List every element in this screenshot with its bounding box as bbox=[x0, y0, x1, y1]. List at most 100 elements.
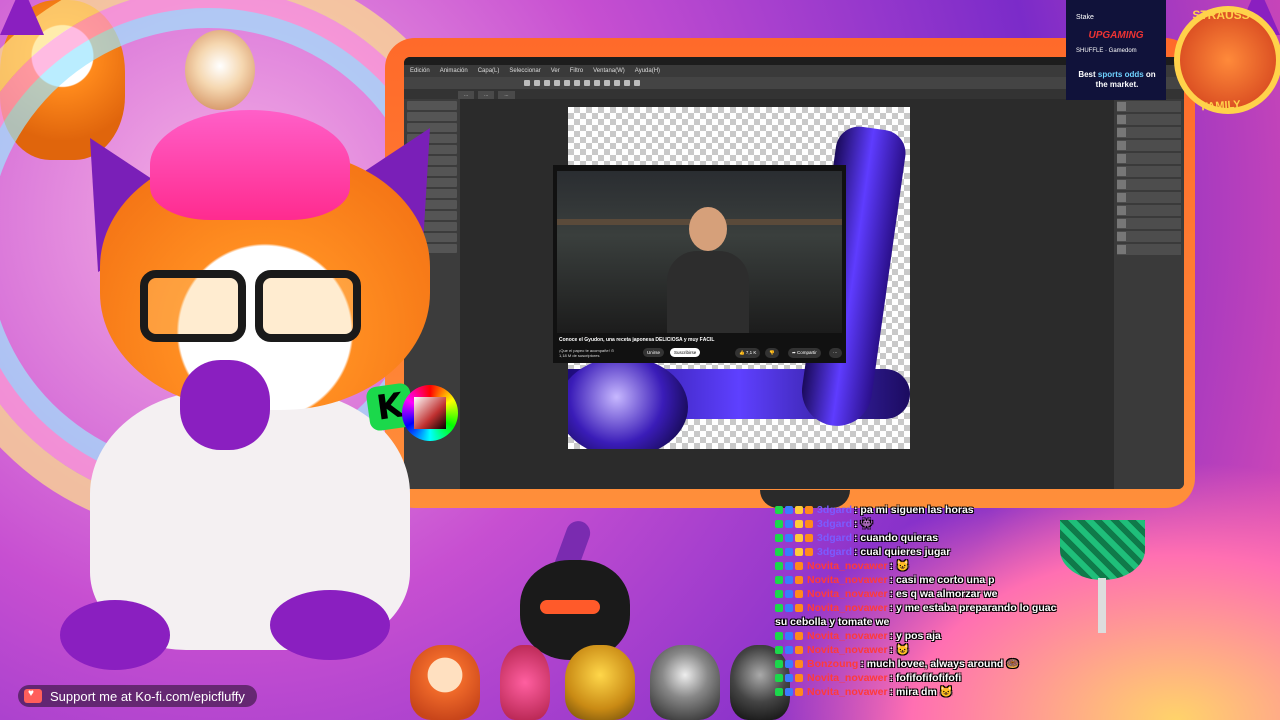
layer-row[interactable] bbox=[1117, 166, 1181, 177]
chat-username[interactable]: Novita_novawer bbox=[807, 587, 888, 601]
chat-message: 3dgard: 👾 bbox=[775, 517, 1155, 531]
menu-item[interactable]: Ventana(W) bbox=[593, 68, 625, 74]
chat-text: : casi me corto una p bbox=[889, 574, 995, 586]
badge-icon bbox=[795, 688, 803, 696]
stream-chat: 3dgard: pa mi siguen las horas 3dgard: 👾 3… bbox=[775, 503, 1155, 699]
like-button[interactable]: 👍 7,1 K bbox=[735, 348, 761, 358]
chat-username[interactable]: Novita_novawer bbox=[807, 629, 888, 643]
chat-badges bbox=[775, 646, 803, 654]
video-title: Conoce el Gyudon, una receta japonesa DE… bbox=[559, 337, 715, 343]
chat-username[interactable]: Novita_novawer bbox=[807, 601, 888, 615]
subscribe-button[interactable]: Suscribirse bbox=[670, 348, 701, 357]
badge-icon bbox=[785, 632, 793, 640]
layer-row[interactable] bbox=[1117, 205, 1181, 216]
badge-icon bbox=[795, 548, 803, 556]
badge-icon bbox=[775, 548, 783, 556]
team-badge-top: STRAUSS bbox=[1192, 8, 1250, 22]
chat-text: : mira dm 😺 bbox=[889, 686, 953, 698]
chat-text: : cual quieres jugar bbox=[854, 546, 951, 558]
badge-icon bbox=[775, 534, 783, 542]
grid-icon[interactable] bbox=[614, 80, 620, 86]
layer-row[interactable] bbox=[1117, 179, 1181, 190]
snap-icon[interactable] bbox=[634, 80, 640, 86]
redo-icon[interactable] bbox=[534, 80, 540, 86]
menu-item[interactable]: Ver bbox=[551, 68, 560, 74]
save-icon[interactable] bbox=[554, 80, 560, 86]
chat-username[interactable]: Novita_novawer bbox=[807, 573, 888, 587]
chat-username[interactable]: Novita_novawer bbox=[807, 559, 888, 573]
chat-badges bbox=[775, 562, 803, 570]
layer-row[interactable] bbox=[1117, 140, 1181, 151]
like-count: 7,1 K bbox=[745, 350, 757, 355]
chat-continuation: su cebolla y tomate we bbox=[775, 616, 890, 628]
menu-item[interactable]: Capa(L) bbox=[478, 68, 500, 74]
more-icon[interactable]: ⋯ bbox=[829, 348, 842, 358]
document-tab[interactable]: ... bbox=[478, 91, 495, 99]
badge-icon bbox=[785, 590, 793, 598]
chat-username[interactable]: Novita_novawer bbox=[807, 643, 888, 657]
chat-badges bbox=[775, 674, 803, 682]
rotate-icon[interactable] bbox=[594, 80, 600, 86]
badge-icon bbox=[775, 562, 783, 570]
badge-icon bbox=[775, 632, 783, 640]
flip-icon[interactable] bbox=[584, 80, 590, 86]
dragon-eyes bbox=[540, 600, 600, 614]
ad-headline: Best sports odds on the market. bbox=[1074, 70, 1160, 90]
chat-badges bbox=[775, 632, 803, 640]
menu-item[interactable]: Edición bbox=[410, 68, 430, 74]
chat-username[interactable]: Novita_novawer bbox=[807, 671, 888, 685]
undo-icon[interactable] bbox=[524, 80, 530, 86]
chat-username[interactable]: 3dgard bbox=[817, 517, 852, 531]
layer-thumbnail bbox=[1117, 245, 1126, 254]
layer-row[interactable] bbox=[1117, 218, 1181, 229]
ruler-icon[interactable] bbox=[624, 80, 630, 86]
select-icon[interactable] bbox=[564, 80, 570, 86]
chat-message: Novita_novawer: y me estaba preparando l… bbox=[775, 601, 1155, 615]
badge-icon bbox=[795, 562, 803, 570]
badge-icon bbox=[785, 660, 793, 668]
menu-item[interactable]: Seleccionar bbox=[509, 68, 540, 74]
fox-paw-right bbox=[270, 590, 390, 660]
layer-thumbnail bbox=[1117, 154, 1126, 163]
badge-icon bbox=[785, 520, 793, 528]
badge-icon bbox=[795, 632, 803, 640]
chat-username[interactable]: Novita_novawer bbox=[807, 685, 888, 699]
badge-icon bbox=[805, 520, 813, 528]
layer-row[interactable] bbox=[1117, 153, 1181, 164]
video-player[interactable]: Conoce el Gyudon, una receta japonesa DE… bbox=[553, 165, 846, 363]
layer-thumbnail bbox=[1117, 167, 1126, 176]
badge-icon bbox=[795, 520, 803, 528]
dislike-button[interactable]: 👎 bbox=[765, 348, 779, 358]
badge-icon bbox=[795, 660, 803, 668]
sponsor-ad[interactable]: Stake UPGAMING SHUFFLE · Gamedom Best sp… bbox=[1066, 0, 1166, 100]
share-button[interactable]: ➦ Compartir bbox=[788, 348, 821, 358]
chat-badges bbox=[775, 660, 803, 668]
kofi-banner[interactable]: Support me at Ko-fi.com/epicfluffy bbox=[18, 685, 257, 707]
menu-item[interactable]: Filtro bbox=[570, 68, 583, 74]
layer-thumbnail bbox=[1117, 141, 1126, 150]
clear-icon[interactable] bbox=[544, 80, 550, 86]
badge-icon bbox=[775, 674, 783, 682]
badge-icon bbox=[785, 548, 793, 556]
video-person-head bbox=[689, 207, 727, 251]
layer-row[interactable] bbox=[1117, 192, 1181, 203]
zoom-icon[interactable] bbox=[604, 80, 610, 86]
chat-username[interactable]: 3dgard bbox=[817, 545, 852, 559]
chat-username[interactable]: Bonzoung bbox=[807, 657, 858, 671]
join-button[interactable]: Unirse bbox=[643, 348, 665, 357]
document-tab[interactable]: ... bbox=[458, 91, 475, 99]
badge-icon bbox=[775, 660, 783, 668]
fox-glasses-left bbox=[140, 270, 246, 342]
chat-username[interactable]: 3dgard bbox=[817, 503, 852, 517]
chat-text: : fofifofifofifofi bbox=[889, 672, 962, 684]
chat-message: Novita_novawer: fofifofifofifofi bbox=[775, 671, 1155, 685]
transform-icon[interactable] bbox=[574, 80, 580, 86]
chat-message: Novita_novawer: casi me corto una p bbox=[775, 573, 1155, 587]
layer-row[interactable] bbox=[1117, 244, 1181, 255]
document-tab[interactable]: ... bbox=[498, 91, 515, 99]
menu-item[interactable]: Animación bbox=[440, 68, 468, 74]
chat-message: Novita_novawer: es q wa almorzar we bbox=[775, 587, 1155, 601]
menu-item[interactable]: Ayuda(H) bbox=[635, 68, 660, 74]
layer-row[interactable] bbox=[1117, 231, 1181, 242]
chat-username[interactable]: 3dgard bbox=[817, 531, 852, 545]
